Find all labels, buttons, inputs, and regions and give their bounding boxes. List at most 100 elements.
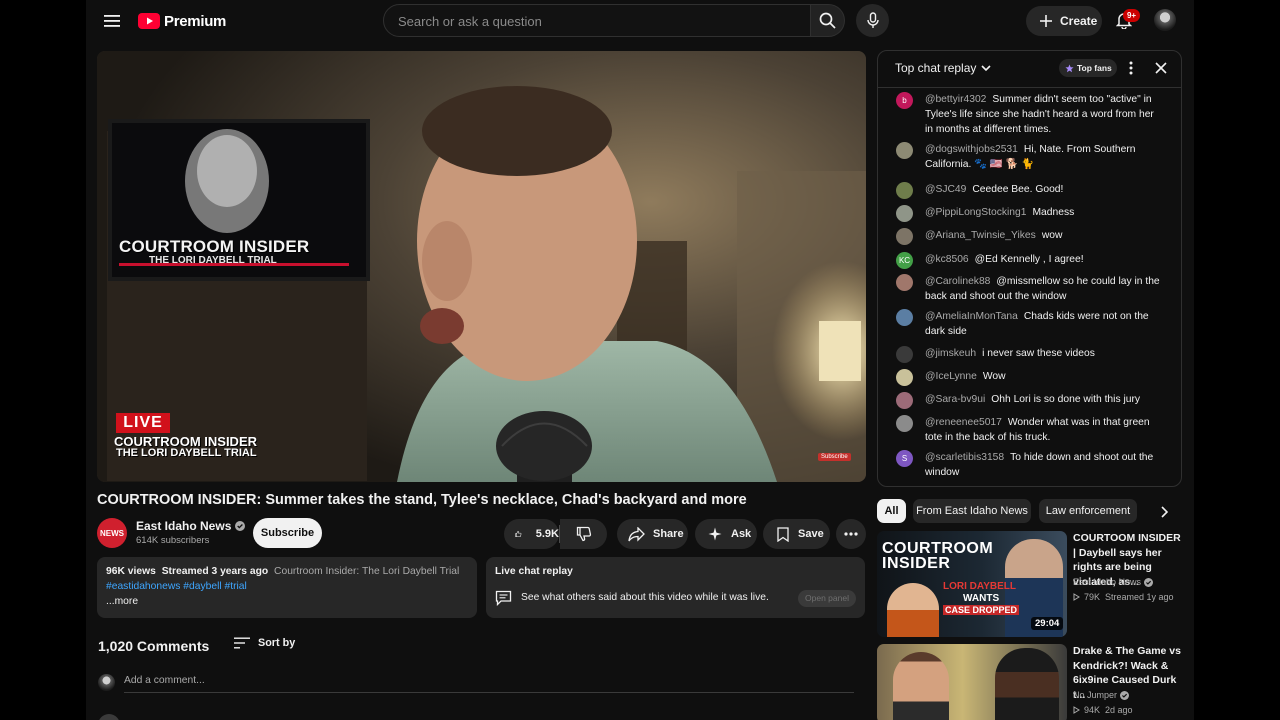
search-input[interactable]	[396, 5, 800, 38]
like-button[interactable]: 5.9K	[504, 519, 559, 549]
comments-count: 1,020 Comments	[98, 638, 210, 654]
chips-next-button[interactable]	[1153, 501, 1175, 523]
chat-author-name[interactable]: @jimskeuh	[925, 348, 976, 359]
recommendation-thumbnail[interactable]	[877, 644, 1067, 720]
channel-avatar[interactable]: NEWS	[97, 518, 127, 548]
chat-mode-dropdown[interactable]: Top chat replay	[895, 61, 991, 75]
recommendation-card[interactable]: Drake & The Game vs Kendrick?! Wack & 6i…	[877, 644, 1182, 720]
star-icon	[1065, 63, 1074, 72]
channel-logo-text: NEWS	[100, 528, 124, 538]
stream-date: Streamed 3 years ago	[161, 566, 269, 577]
youtube-premium-logo[interactable]: Premium	[138, 11, 226, 31]
chat-message-body: @SJC49 Ceedee Bee. Good!	[925, 182, 1161, 197]
chat-message-body: @AmeliaInMonTana Chads kids were not on t…	[925, 309, 1161, 339]
ask-label: Ask	[731, 528, 752, 540]
playlist-link[interactable]: Courtroom Insider: The Lori Daybell Tria…	[274, 566, 459, 577]
plus-icon	[1040, 15, 1052, 27]
chat-author-avatar[interactable]	[896, 309, 913, 326]
more-actions-button[interactable]	[836, 519, 866, 549]
chat-author-avatar[interactable]	[896, 142, 913, 159]
open-panel-button[interactable]: Open panel	[798, 590, 856, 607]
chat-author-name[interactable]: @Carolinek88	[925, 276, 990, 287]
save-label: Save	[798, 528, 824, 540]
chat-author-avatar[interactable]: KC	[896, 252, 913, 269]
share-button[interactable]: Share	[617, 519, 688, 549]
chat-author-avatar[interactable]	[896, 182, 913, 199]
chip-from-east-idaho-news[interactable]: From East Idaho News	[913, 499, 1031, 523]
chat-author-avatar[interactable]	[896, 369, 913, 386]
chat-message-body: @reneenee5017 Wonder what was in that gre…	[925, 415, 1161, 445]
chat-message-body: @scarletibis3158 To hide down and shoot o…	[925, 450, 1161, 480]
dislike-button[interactable]	[560, 519, 607, 549]
hashtags[interactable]: #eastidahonews #daybell #trial	[106, 581, 247, 592]
recommendation-card[interactable]: COURTROOM INSIDER LORI DAYBELL WANTS CAS…	[877, 531, 1182, 637]
thumb-person-left	[887, 583, 939, 637]
chat-message-text: i never saw these videos	[982, 348, 1095, 359]
video-duration: 29:04	[1031, 617, 1064, 630]
chat-message-body: @dogswithjobs2531 Hi, Nate. From Southern…	[925, 142, 1161, 172]
chat-author-name[interactable]: @reneenee5017	[925, 417, 1002, 428]
recommendation-channel: East Idaho News	[1073, 575, 1154, 589]
account-avatar[interactable]	[1154, 9, 1176, 31]
thumb-text-2: INSIDER	[882, 555, 951, 572]
search-icon	[819, 12, 836, 29]
chat-author-avatar[interactable]	[896, 228, 913, 245]
chat-close-button[interactable]	[1152, 59, 1170, 77]
add-comment-field[interactable]: Add a comment...	[124, 675, 854, 693]
chat-author-name[interactable]: @dogswithjobs2531	[925, 144, 1018, 155]
menu-button[interactable]	[100, 10, 124, 32]
youtube-logo-icon	[138, 13, 160, 29]
top-fans-button[interactable]: Top fans	[1059, 59, 1117, 77]
chat-message-body: @PippiLongStocking1 Madness	[925, 205, 1161, 220]
app-frame: Premium Create 9+	[86, 0, 1194, 720]
chat-author-name[interactable]: @Sara-bv9ui	[925, 394, 985, 405]
recommendation-stats: 94K 2d ago	[1084, 705, 1133, 715]
chat-message-body: @bettyir4302 Summer didn't seem too "acti…	[925, 92, 1161, 137]
play-icon	[1073, 706, 1080, 714]
chat-author-name[interactable]: @SJC49	[925, 184, 966, 195]
comment-user-avatar	[98, 674, 115, 691]
chat-author-name[interactable]: @bettyir4302	[925, 94, 986, 105]
thumb-person-left	[893, 652, 949, 720]
brand-text: Premium	[164, 12, 227, 30]
chat-author-avatar[interactable]: b	[896, 92, 913, 109]
chat-author-name[interactable]: @kc8506	[925, 254, 969, 265]
sparkle-icon	[708, 527, 722, 541]
thumbs-down-icon	[576, 526, 591, 542]
chip-law-enforcement[interactable]: Law enforcement	[1039, 499, 1137, 523]
chat-message: @Sara-bv9ui Ohh Lori is so done with this…	[896, 392, 1161, 409]
chat-author-avatar[interactable]	[896, 415, 913, 432]
chat-author-avatar[interactable]	[896, 346, 913, 363]
close-icon	[1155, 62, 1167, 74]
microphone-icon	[866, 12, 879, 28]
create-button[interactable]: Create	[1026, 6, 1102, 36]
chat-author-name[interactable]: @AmeliaInMonTana	[925, 311, 1018, 322]
description-more-link[interactable]: ...more	[106, 596, 138, 607]
sort-button[interactable]: Sort by	[234, 637, 295, 649]
chat-replay-panel: Top chat replay Top fans b @bettyir4302 Su…	[877, 50, 1182, 487]
thumb-text-4: WANTS	[963, 593, 1000, 604]
chat-author-name[interactable]: @scarletibis3158	[925, 452, 1004, 463]
search-button[interactable]	[811, 4, 845, 37]
video-player[interactable]: COURTROOM INSIDER THE LORI DAYBELL TRIAL…	[97, 51, 866, 482]
chat-author-name[interactable]: @Ariana_Twinsie_Yikes	[925, 230, 1036, 241]
play-icon	[1073, 593, 1080, 601]
subscribe-watermark[interactable]: Subscribe	[818, 453, 851, 461]
chat-more-button[interactable]	[1122, 59, 1140, 77]
chat-author-avatar[interactable]: S	[896, 450, 913, 467]
chip-all[interactable]: All	[877, 499, 906, 523]
sort-label: Sort by	[258, 637, 296, 649]
chat-author-avatar[interactable]	[896, 392, 913, 409]
chat-author-avatar[interactable]	[896, 205, 913, 222]
channel-name[interactable]: East Idaho News	[136, 519, 246, 533]
chat-author-name[interactable]: @IceLynne	[925, 371, 977, 382]
recommendation-thumbnail[interactable]: COURTROOM INSIDER LORI DAYBELL WANTS CAS…	[877, 531, 1067, 637]
chat-author-avatar[interactable]	[896, 274, 913, 291]
ask-button[interactable]: Ask	[695, 519, 757, 549]
search-box[interactable]	[383, 4, 811, 38]
save-button[interactable]: Save	[763, 519, 830, 549]
description-box[interactable]: 96K views Streamed 3 years ago Courtroom…	[97, 557, 477, 618]
chat-author-name[interactable]: @PippiLongStocking1	[925, 207, 1026, 218]
subscribe-button[interactable]: Subscribe	[253, 518, 322, 548]
voice-search-button[interactable]	[856, 4, 889, 37]
